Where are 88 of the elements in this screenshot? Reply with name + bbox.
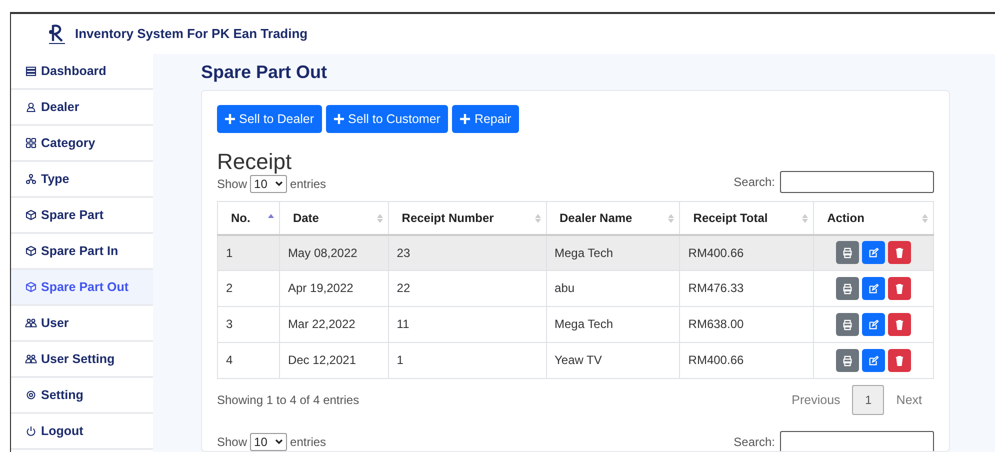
box-icon: [25, 209, 37, 221]
length-label: Show: [217, 176, 248, 193]
trash-button[interactable]: [888, 313, 912, 336]
plus-icon: [225, 114, 235, 124]
length-label: entries: [290, 176, 326, 193]
edit-button[interactable]: [862, 241, 886, 264]
box-icon: [25, 281, 37, 293]
table-cell: 2: [226, 281, 233, 295]
search-field[interactable]: [780, 431, 934, 451]
add-button[interactable]: Repair: [452, 105, 520, 133]
print-button[interactable]: [836, 349, 860, 372]
page-size-select[interactable]: 10: [250, 433, 288, 451]
add-button[interactable]: Sell to Customer: [326, 105, 448, 133]
hierarchy-icon: [25, 173, 37, 185]
table-cell: RM638.00: [688, 317, 744, 331]
sort-icon: [534, 214, 541, 223]
gear-icon: [25, 389, 37, 401]
power-icon: [25, 425, 37, 437]
trash-icon: [894, 246, 906, 259]
table-cell: 3: [226, 317, 233, 331]
sort-icon: [376, 214, 383, 223]
plus-icon: [334, 114, 344, 124]
search-label: Search:: [734, 174, 775, 191]
edit-icon: [868, 318, 880, 330]
edit-button[interactable]: [862, 313, 886, 336]
sort-icon: [922, 214, 928, 223]
table-cell: RM400.66: [688, 353, 744, 367]
print-button[interactable]: [836, 313, 860, 336]
table-cell: abu: [554, 281, 575, 295]
table-cell: 4: [226, 353, 233, 367]
length-label: entries: [290, 434, 326, 451]
table-cell: 23: [396, 246, 410, 260]
table-cell: RM476.33: [688, 281, 744, 295]
table-cell: Apr 19,2022: [288, 281, 354, 295]
chevron-down-icon: [275, 439, 284, 445]
edit-icon: [868, 282, 880, 294]
app-title: Inventory System For PK Ean Trading: [75, 25, 308, 44]
table-cell: 22: [396, 281, 410, 295]
table-cell: Mar 22,2022: [288, 317, 356, 331]
user-icon: [25, 101, 37, 113]
print-icon: [842, 246, 854, 259]
trash-icon: [894, 354, 906, 366]
table-cell: Dec 12,2021: [288, 353, 356, 367]
search-label: Search:: [734, 434, 775, 451]
entries-info: Showing 1 to 4 of 4 entries: [217, 392, 360, 409]
table-cell: May 08,2022: [288, 246, 358, 260]
print-icon: [842, 354, 854, 366]
add-button[interactable]: Sell to Dealer: [217, 105, 322, 133]
sort-icon: [668, 214, 674, 223]
grid-icon: [25, 137, 37, 149]
column-header[interactable]: No.: [218, 202, 280, 234]
trash-icon: [894, 282, 906, 294]
trash-button[interactable]: [888, 349, 912, 372]
list-icon: [25, 65, 37, 77]
print-button[interactable]: [836, 277, 860, 300]
edit-button[interactable]: [862, 277, 886, 300]
users-icon: [25, 353, 37, 365]
next-link[interactable]: Next: [896, 390, 922, 410]
trash-button[interactable]: [888, 241, 912, 264]
edit-button[interactable]: [862, 349, 886, 372]
table-cell: RM400.66: [688, 246, 744, 260]
logo-icon: [47, 23, 67, 45]
table-cell: 11: [396, 317, 410, 331]
box-icon: [25, 245, 37, 257]
plus-icon: [460, 114, 470, 124]
table-cell: Yeaw TV: [554, 353, 602, 367]
page-button[interactable]: 1: [852, 385, 884, 415]
length-label: Show: [217, 434, 248, 451]
trash-icon: [894, 318, 906, 330]
print-icon: [842, 282, 854, 294]
users-icon: [25, 317, 37, 329]
chevron-down-icon: [275, 181, 284, 187]
table-cell: 1: [396, 353, 404, 367]
table-cell: Mega Tech: [554, 246, 613, 260]
edit-icon: [868, 354, 880, 366]
page-size-select[interactable]: 10: [250, 175, 288, 193]
page-title: Spare Part Out: [201, 60, 328, 84]
print-button[interactable]: [836, 241, 860, 264]
print-icon: [842, 318, 854, 330]
edit-icon: [868, 246, 880, 259]
table-cell: 1: [226, 246, 233, 260]
sidebar-item[interactable]: Spare Part Out: [11, 270, 153, 306]
sort-icon: [802, 214, 808, 223]
table-cell: Mega Tech: [554, 317, 613, 331]
trash-button[interactable]: [888, 277, 912, 300]
previous-link[interactable]: Previous: [792, 390, 840, 410]
search-field[interactable]: [780, 171, 934, 193]
section-title: Receipt: [217, 149, 293, 175]
